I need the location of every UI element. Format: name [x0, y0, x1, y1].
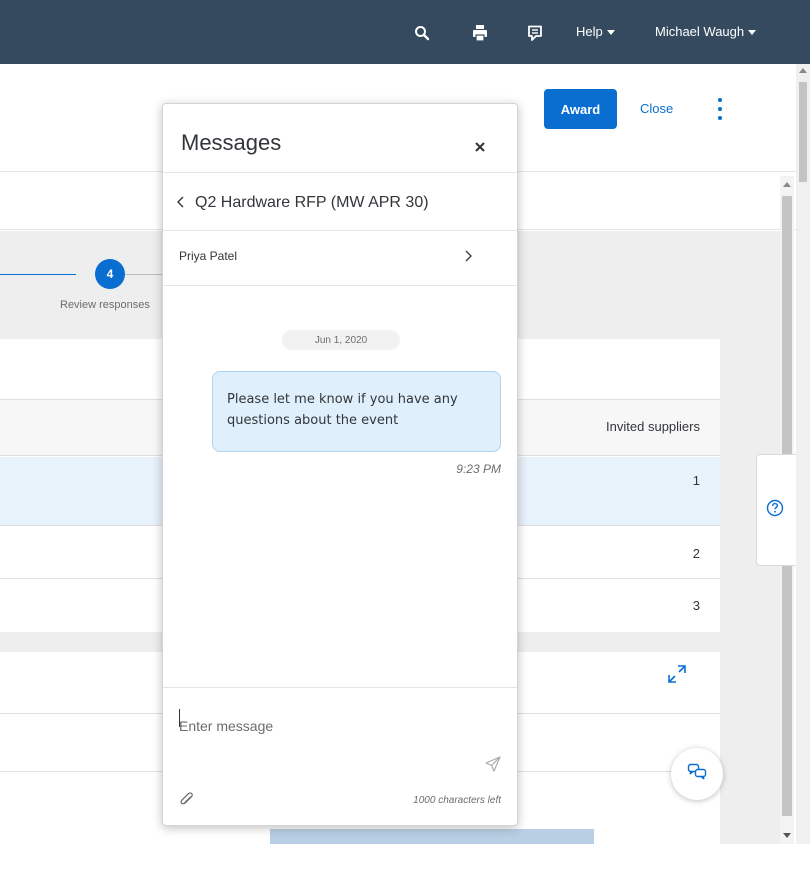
message-bubble: Please let me know if you have any quest…: [212, 371, 501, 452]
question-circle-icon[interactable]: [766, 499, 784, 517]
messages-panel: Messages Q2 Hardware RFP (MW APR 30) Pri…: [162, 103, 518, 826]
scrollbar-thumb[interactable]: [799, 82, 807, 182]
column-header-invited-suppliers[interactable]: Invited suppliers: [606, 419, 700, 434]
scroll-up-arrow[interactable]: [799, 68, 807, 73]
progress-step-label: Review responses: [60, 299, 150, 311]
paperclip-icon[interactable]: [179, 792, 195, 808]
progress-line-completed: [0, 274, 76, 275]
message-input[interactable]: [179, 706, 503, 746]
award-button[interactable]: Award: [544, 89, 617, 129]
help-side-tab[interactable]: [756, 454, 796, 566]
progress-step-4[interactable]: 4: [95, 259, 125, 289]
help-menu[interactable]: Help: [576, 24, 615, 39]
character-counter: 1000 characters left: [413, 795, 501, 806]
print-icon[interactable]: [471, 24, 489, 42]
help-menu-label: Help: [576, 24, 603, 39]
chart-bar: [270, 829, 594, 844]
close-button[interactable]: Close: [640, 101, 673, 116]
panel-title: Messages: [181, 130, 282, 155]
send-icon[interactable]: [485, 756, 501, 772]
scroll-down-arrow[interactable]: [783, 833, 791, 838]
search-icon[interactable]: [413, 24, 431, 42]
feedback-icon[interactable]: [526, 24, 544, 42]
divider: [163, 285, 517, 286]
chat-button[interactable]: [671, 748, 723, 800]
cell-invited-suppliers: 2: [692, 546, 700, 561]
divider: [163, 172, 517, 173]
close-icon[interactable]: [473, 140, 487, 154]
shell-header: Help Michael Waugh: [0, 0, 810, 64]
caret-down-icon: [606, 30, 615, 36]
progress-line-pending: [124, 274, 164, 275]
text-cursor: [179, 709, 180, 727]
divider: [163, 230, 517, 231]
chat-bubbles-icon: [687, 763, 707, 786]
page-footer-area: [0, 844, 810, 869]
caret-down-icon: [748, 30, 757, 36]
date-separator: Jun 1, 2020: [282, 330, 400, 350]
expand-icon[interactable]: [667, 664, 687, 684]
user-menu[interactable]: Michael Waugh: [655, 24, 757, 39]
scroll-up-arrow[interactable]: [783, 182, 791, 187]
event-title: Q2 Hardware RFP (MW APR 30): [195, 194, 429, 211]
overflow-icon[interactable]: [716, 98, 724, 122]
page-scrollbar[interactable]: [796, 64, 810, 844]
message-timestamp: 9:23 PM: [456, 462, 501, 476]
user-name: Michael Waugh: [655, 24, 745, 39]
chevron-right-icon[interactable]: [463, 249, 473, 263]
cell-invited-suppliers: 3: [692, 598, 700, 613]
cell-invited-suppliers: 1: [692, 473, 700, 488]
chevron-left-icon[interactable]: [175, 194, 185, 210]
divider: [163, 687, 517, 688]
contact-name: Priya Patel: [179, 249, 238, 263]
